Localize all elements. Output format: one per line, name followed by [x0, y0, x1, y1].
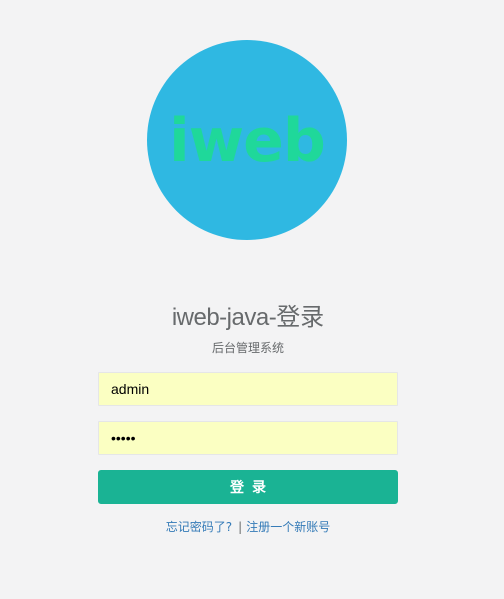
- link-separator: |: [238, 520, 243, 534]
- page-title: iweb-java-登录: [0, 301, 496, 334]
- login-button[interactable]: 登录: [98, 470, 398, 504]
- page-title-cjk: 登录: [276, 303, 325, 331]
- username-input[interactable]: [98, 372, 398, 406]
- page-subtitle: 后台管理系统: [211, 341, 284, 355]
- page-title-latin: iweb-java-: [171, 304, 277, 331]
- forgot-password-link[interactable]: 忘记密码了?: [166, 520, 232, 534]
- logo-circle: iweb: [147, 40, 347, 240]
- register-link[interactable]: 注册一个新账号: [246, 520, 330, 534]
- password-input[interactable]: [98, 421, 398, 455]
- logo-text: iweb: [169, 106, 326, 176]
- auth-links: 忘记密码了? | 注册一个新账号: [0, 518, 496, 536]
